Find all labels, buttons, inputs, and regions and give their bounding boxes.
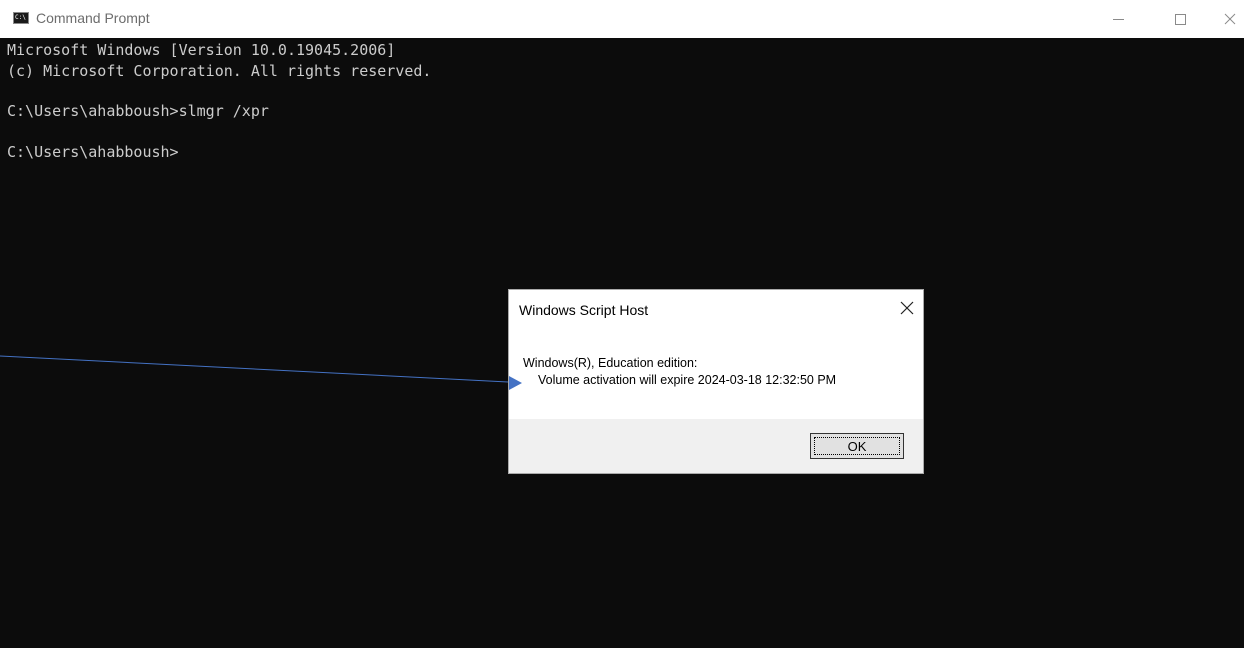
console-line: C:\Users\ahabboush>slmgr /xpr xyxy=(7,102,269,120)
script-host-dialog: Windows Script Host Windows(R), Educatio… xyxy=(508,289,924,474)
minimize-icon xyxy=(1112,19,1124,20)
maximize-icon xyxy=(1174,13,1186,25)
ok-button-label: OK xyxy=(847,438,867,454)
command-prompt-window: C:\ Command Prompt Microsoft Windows [Ve… xyxy=(0,0,1244,648)
title-bar[interactable]: C:\ Command Prompt xyxy=(0,0,1244,38)
console-prompt: C:\Users\ahabboush> xyxy=(7,143,179,161)
close-button[interactable] xyxy=(1208,0,1244,38)
console-line: (c) Microsoft Corporation. All rights re… xyxy=(7,62,432,80)
dialog-message-edition: Windows(R), Education edition: xyxy=(523,356,698,370)
command-prompt-icon[interactable]: C:\ xyxy=(13,12,29,24)
app-icon-text: C:\ xyxy=(15,14,26,21)
console-line: Microsoft Windows [Version 10.0.19045.20… xyxy=(7,41,396,59)
dialog-footer: OK xyxy=(509,419,923,473)
window-title: Command Prompt xyxy=(36,10,150,26)
close-icon xyxy=(1224,13,1236,25)
maximize-button[interactable] xyxy=(1158,0,1202,38)
ok-button[interactable]: OK xyxy=(810,433,904,459)
dialog-title: Windows Script Host xyxy=(519,302,649,318)
minimize-button[interactable] xyxy=(1096,0,1140,38)
close-icon xyxy=(900,301,914,315)
dialog-message-expiry: Volume activation will expire 2024-03-18… xyxy=(538,373,837,387)
dialog-close-button[interactable] xyxy=(895,296,919,320)
